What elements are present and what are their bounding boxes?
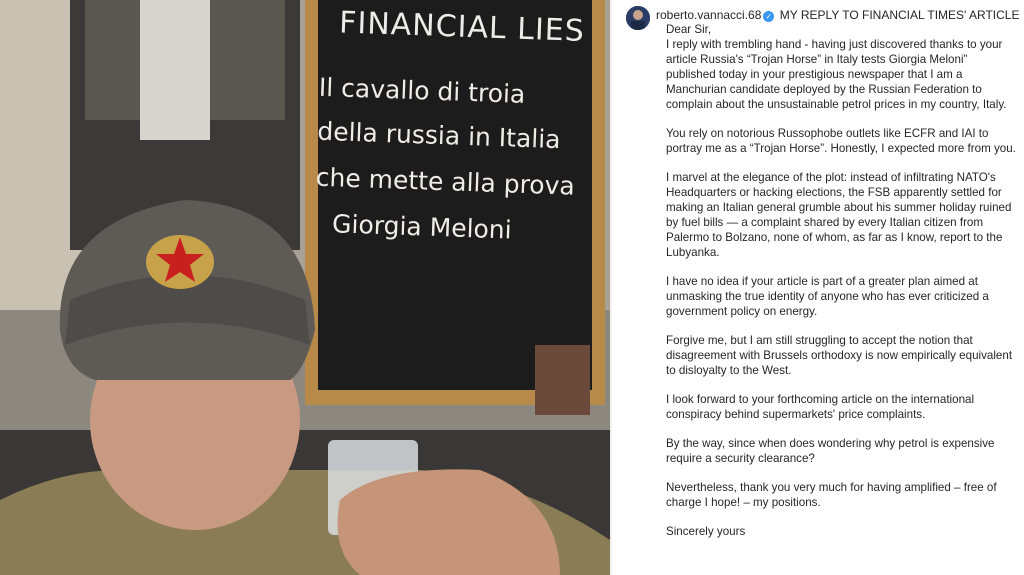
post-caption-panel: roberto.vannacci.68 ✓ MY REPLY TO FINANCI… — [612, 0, 1024, 575]
signoff: Sincerely yours — [666, 525, 746, 538]
paragraph-1: I reply with trembling hand - having jus… — [666, 38, 1007, 111]
board-line-3: che mette alla prova — [315, 162, 576, 201]
paragraph-2: You rely on notorious Russophobe outlets… — [666, 127, 1016, 155]
board-line-2: della russia in Italia — [316, 116, 562, 155]
paragraph-4: I have no idea if your article is part o… — [666, 275, 989, 318]
board-line-1: Il cavallo di troia — [318, 72, 526, 109]
post-header: roberto.vannacci.68 ✓ MY REPLY TO FINANCI… — [656, 8, 1019, 22]
post-title: MY REPLY TO FINANCIAL TIMES' ARTICLE — [779, 8, 1020, 22]
avatar-image — [626, 6, 650, 30]
paragraph-3: I marvel at the elegance of the plot: in… — [666, 171, 1012, 259]
board-line-4: Giorgia Meloni — [331, 209, 513, 245]
paragraph-7: By the way, since when does wondering wh… — [666, 437, 995, 465]
paragraph-6: I look forward to your forthcoming artic… — [666, 393, 975, 421]
greeting: Dear Sir, — [666, 23, 712, 36]
verified-badge-icon: ✓ — [763, 11, 775, 22]
board-heading: FINANCIAL LIES — [338, 5, 586, 49]
username-link[interactable]: roberto.vannacci.68 — [656, 8, 761, 22]
post-photo: FINANCIAL LIES Il cavallo di troia della… — [0, 0, 610, 575]
blackboard-text: FINANCIAL LIES Il cavallo di troia della… — [288, 0, 589, 340]
avatar[interactable] — [626, 6, 650, 30]
paragraph-8: Nevertheless, thank you very much for ha… — [666, 481, 997, 509]
paragraph-5: Forgive me, but I am still struggling to… — [666, 334, 1013, 377]
post-body: Dear Sir, I reply with trembling hand - … — [666, 22, 1016, 553]
